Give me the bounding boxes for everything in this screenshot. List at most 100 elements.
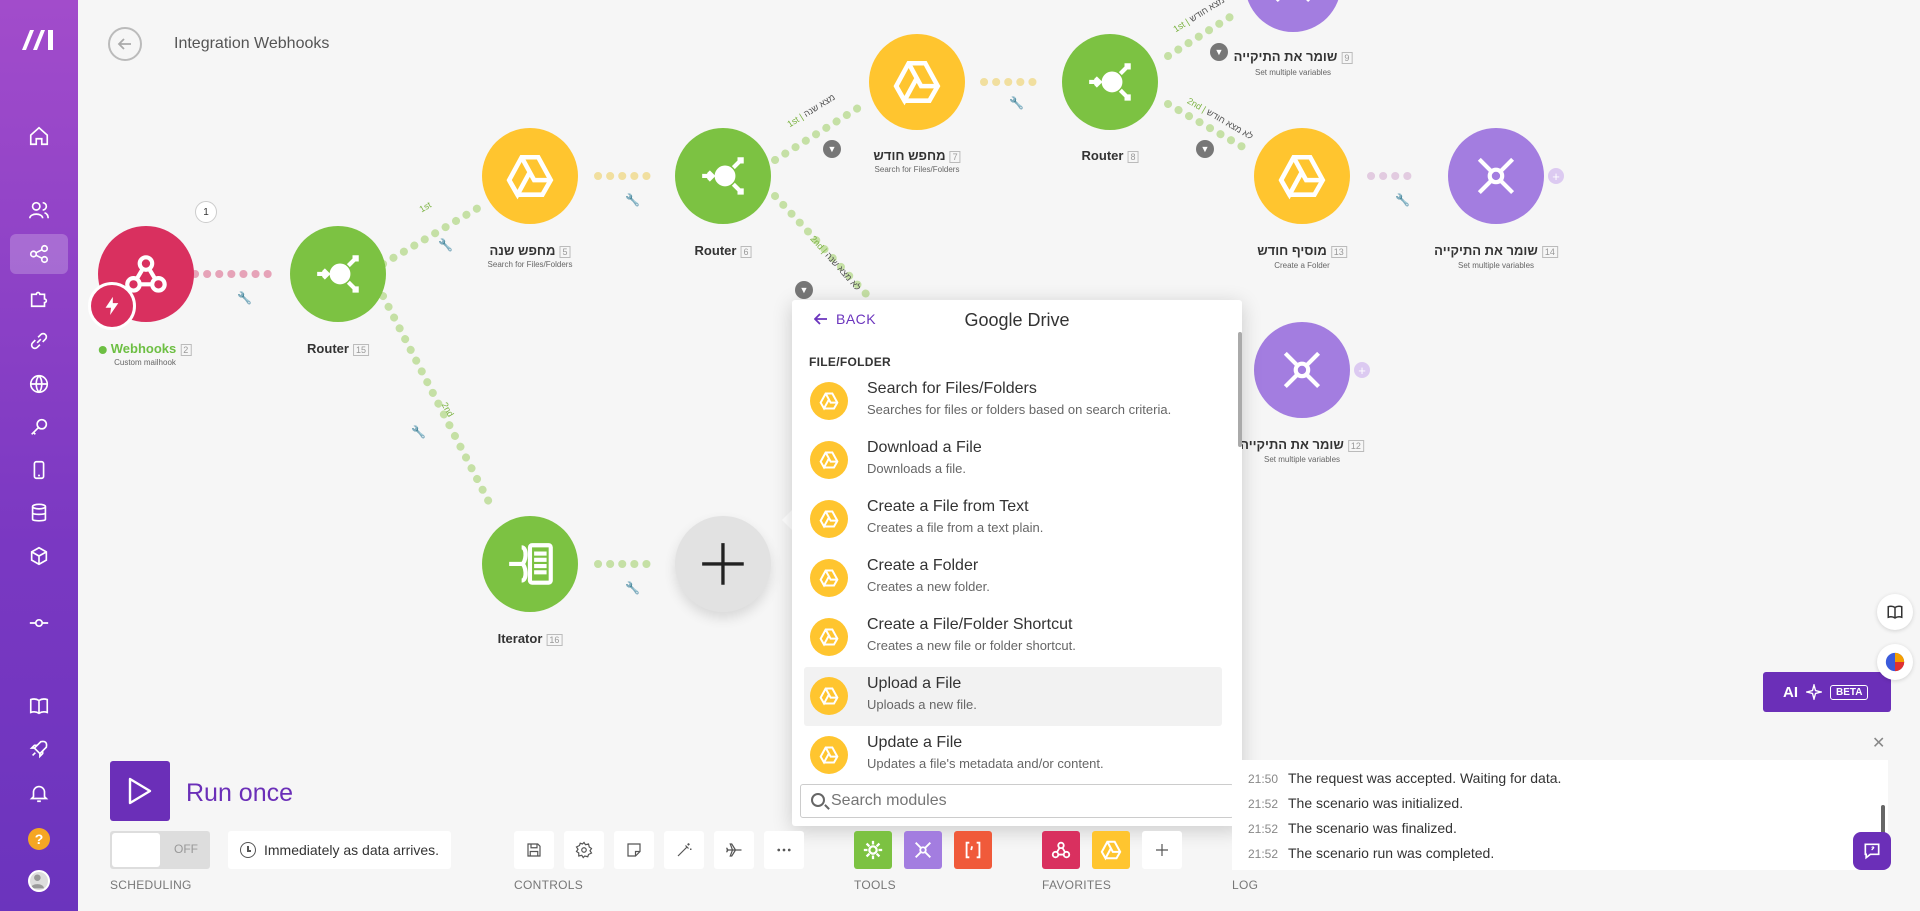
iterator-node[interactable] xyxy=(482,516,578,612)
router-node-8[interactable] xyxy=(1062,34,1158,130)
wrench-icon[interactable]: 🔧 xyxy=(1009,96,1024,110)
module-title: Create a Folder xyxy=(867,557,979,574)
avatar[interactable] xyxy=(28,870,50,892)
tools-button[interactable] xyxy=(904,831,942,869)
filter-icon[interactable]: ▼ xyxy=(1210,43,1228,61)
wrench-icon[interactable]: 🔧 xyxy=(1395,193,1410,207)
module-item[interactable]: Create a File from Text Creates a file fr… xyxy=(804,490,1222,549)
filter-icon[interactable]: ▼ xyxy=(795,281,813,299)
run-once-label[interactable]: Run once xyxy=(186,779,293,808)
save-folder-node-12[interactable] xyxy=(1254,322,1350,418)
help-icon[interactable]: ? xyxy=(28,828,50,850)
favorite-webhooks[interactable] xyxy=(1042,831,1080,869)
save-9-sub: Set multiple variables xyxy=(1254,68,1332,77)
sidebar-item-keys[interactable] xyxy=(10,407,68,447)
run-once-button[interactable] xyxy=(110,761,170,821)
add-module-plus[interactable]: + xyxy=(1548,168,1564,184)
sidebar-item-datastructures[interactable] xyxy=(10,536,68,576)
section-label-tools: TOOLS xyxy=(854,878,896,892)
tools-flow-button[interactable] xyxy=(854,831,892,869)
chat-icon xyxy=(1864,843,1880,860)
router-node-6[interactable] xyxy=(675,128,771,224)
sparkle-icon xyxy=(1806,684,1822,700)
add-module-placeholder[interactable] xyxy=(675,516,771,612)
status-dot xyxy=(98,345,107,354)
module-item[interactable]: Search for Files/Folders Searches for fil… xyxy=(804,372,1222,431)
sidebar-item-scenarios[interactable] xyxy=(10,234,68,274)
add-favorite-button[interactable] xyxy=(1142,831,1182,869)
clock-icon xyxy=(240,842,256,858)
sidebar-item-whats-new[interactable] xyxy=(10,729,68,769)
notes-button[interactable] xyxy=(614,831,654,869)
router-8-label: Router 8 xyxy=(1082,148,1139,163)
node-title: שומר את התיקייה xyxy=(1233,49,1338,64)
scheduling-toggle[interactable]: OFF xyxy=(110,831,210,869)
sidebar-item-home[interactable] xyxy=(10,116,68,156)
favorite-google-drive[interactable] xyxy=(1092,831,1130,869)
log-time: 21:52 xyxy=(1247,847,1278,861)
rocket-icon xyxy=(29,740,48,759)
add-module-plus[interactable]: + xyxy=(1354,362,1370,378)
chat-support-button[interactable] xyxy=(1853,832,1891,870)
close-log-icon[interactable]: ✕ xyxy=(1872,733,1885,753)
sidebar-item-flow-control[interactable] xyxy=(10,603,68,643)
module-item[interactable]: Upload a File Uploads a new file. xyxy=(804,667,1222,726)
palette-icon xyxy=(1885,652,1905,672)
docs-side-button[interactable] xyxy=(1877,594,1913,630)
save-button[interactable] xyxy=(514,831,554,869)
save-9-label: שומר את התיקייה 9 xyxy=(1234,49,1353,64)
sidebar-item-connections[interactable] xyxy=(10,321,68,361)
schedule-setting[interactable]: Immediately as data arrives. xyxy=(228,831,452,869)
module-item[interactable]: Update a File Updates a file's metadata a… xyxy=(804,726,1222,785)
google-drive-icon xyxy=(810,618,848,656)
sidebar-item-team[interactable] xyxy=(10,190,68,230)
module-item[interactable]: Create a Folder Creates a new folder. xyxy=(804,549,1222,608)
make-logo[interactable] xyxy=(20,26,58,52)
router-node-15[interactable] xyxy=(290,226,386,322)
node-index: 7 xyxy=(949,150,961,163)
wrench-icon[interactable]: 🔧 xyxy=(625,581,640,595)
search-input[interactable] xyxy=(831,792,1211,810)
sidebar-item-devices[interactable] xyxy=(10,450,68,490)
module-desc: Searches for files or folders based on s… xyxy=(867,402,1172,417)
color-side-button[interactable] xyxy=(1877,644,1913,680)
search-year-node[interactable] xyxy=(482,128,578,224)
save-folder-node-14[interactable] xyxy=(1448,128,1544,224)
auto-align-button[interactable] xyxy=(664,831,704,869)
add-month-node[interactable] xyxy=(1254,128,1350,224)
text-parser-button[interactable] xyxy=(954,831,992,869)
router-6-label: Router 6 xyxy=(695,243,752,258)
cube-icon xyxy=(30,546,48,566)
wrench-icon[interactable]: 🔧 xyxy=(438,238,453,252)
more-button[interactable] xyxy=(764,831,804,869)
sidebar-item-templates[interactable] xyxy=(10,278,68,318)
iterator-label: Iterator 16 xyxy=(498,631,563,646)
log-entry: 21:52 The scenario run was completed. xyxy=(1232,845,1494,861)
database-icon xyxy=(31,503,47,522)
schedule-text: Immediately as data arrives. xyxy=(264,842,440,858)
module-item[interactable]: Create a File/Folder Shortcut Creates a n… xyxy=(804,608,1222,667)
section-label-favorites: FAVORITES xyxy=(1042,878,1112,892)
ai-assistant-button[interactable]: AI BETA xyxy=(1763,672,1891,712)
filter-icon[interactable]: ▼ xyxy=(823,140,841,158)
webhooks-sub: Custom mailhook xyxy=(114,358,176,367)
module-desc: Creates a new file or folder shortcut. xyxy=(867,638,1076,653)
sidebar-item-datastores[interactable] xyxy=(10,493,68,533)
module-title: Download a File xyxy=(867,439,982,456)
filter-icon[interactable]: ▼ xyxy=(1196,140,1214,158)
wrench-icon[interactable]: 🔧 xyxy=(625,193,640,207)
sidebar-item-notifications[interactable] xyxy=(10,773,68,813)
save-12-sub: Set multiple variables xyxy=(1263,455,1341,464)
add-month-sub: Create a Folder xyxy=(1274,261,1330,270)
wrench-icon[interactable]: 🔧 xyxy=(411,425,426,439)
sidebar-item-webhooks[interactable] xyxy=(10,364,68,404)
wrench-icon[interactable]: 🔧 xyxy=(237,291,252,305)
module-item[interactable]: Download a File Downloads a file. xyxy=(804,431,1222,490)
explain-flow-button[interactable] xyxy=(714,831,754,869)
search-month-node[interactable] xyxy=(869,34,965,130)
settings-button[interactable] xyxy=(564,831,604,869)
log-text: The scenario was finalized. xyxy=(1288,820,1457,836)
router-15-label: Router 15 xyxy=(307,341,369,356)
operation-count-bubble[interactable]: 1 xyxy=(195,201,217,223)
sidebar-item-docs[interactable] xyxy=(10,686,68,726)
